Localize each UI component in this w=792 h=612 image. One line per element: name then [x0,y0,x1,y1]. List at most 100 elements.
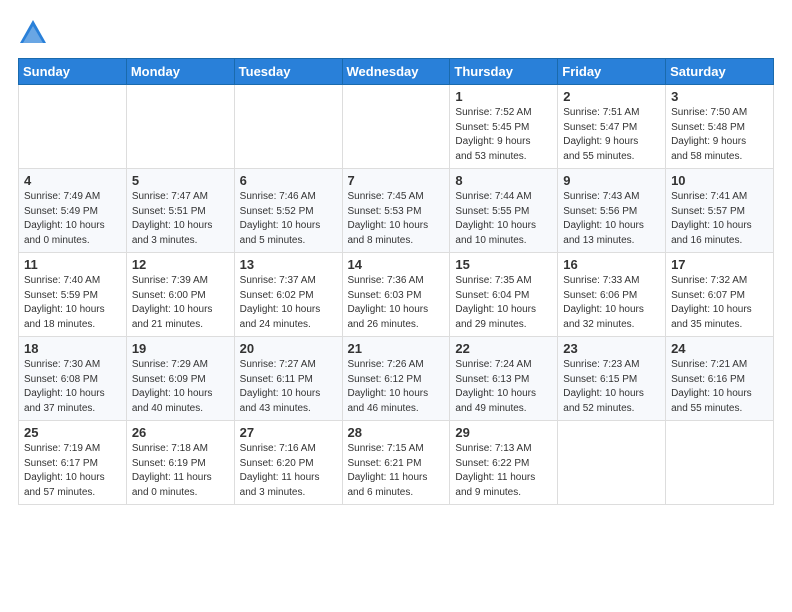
day-info: Sunrise: 7:40 AM Sunset: 5:59 PM Dayligh… [24,274,121,332]
day-number: 3 [671,89,768,104]
day-info: Sunrise: 7:41 AM Sunset: 5:57 PM Dayligh… [671,190,768,248]
calendar-cell: 21 Sunrise: 7:26 AM Sunset: 6:12 PM Dayli… [342,337,450,421]
day-number: 9 [563,173,660,188]
weekday-header: Wednesday [342,59,450,85]
calendar-cell: 24 Sunrise: 7:21 AM Sunset: 6:16 PM Dayli… [666,337,774,421]
calendar-week-row: 25 Sunrise: 7:19 AM Sunset: 6:17 PM Dayli… [19,421,774,505]
calendar-cell: 12 Sunrise: 7:39 AM Sunset: 6:00 PM Dayli… [126,253,234,337]
day-number: 25 [24,425,121,440]
calendar-cell: 23 Sunrise: 7:23 AM Sunset: 6:15 PM Dayli… [558,337,666,421]
day-info: Sunrise: 7:46 AM Sunset: 5:52 PM Dayligh… [240,190,337,248]
weekday-header: Friday [558,59,666,85]
day-number: 19 [132,341,229,356]
weekday-header: Sunday [19,59,127,85]
day-number: 1 [455,89,552,104]
weekday-header: Monday [126,59,234,85]
calendar-week-row: 1 Sunrise: 7:52 AM Sunset: 5:45 PM Daylig… [19,85,774,169]
calendar-cell: 20 Sunrise: 7:27 AM Sunset: 6:11 PM Dayli… [234,337,342,421]
day-number: 24 [671,341,768,356]
day-info: Sunrise: 7:50 AM Sunset: 5:48 PM Dayligh… [671,106,768,164]
day-info: Sunrise: 7:51 AM Sunset: 5:47 PM Dayligh… [563,106,660,164]
calendar-cell [666,421,774,505]
day-number: 5 [132,173,229,188]
weekday-header: Thursday [450,59,558,85]
calendar-cell: 28Sunrise: 7:15 AM Sunset: 6:21 PM Dayli… [342,421,450,505]
calendar-cell: 18 Sunrise: 7:30 AM Sunset: 6:08 PM Dayli… [19,337,127,421]
day-number: 27 [240,425,337,440]
day-info: Sunrise: 7:13 AM Sunset: 6:22 PM Dayligh… [455,442,552,500]
day-number: 21 [348,341,445,356]
day-info: Sunrise: 7:39 AM Sunset: 6:00 PM Dayligh… [132,274,229,332]
day-info: Sunrise: 7:43 AM Sunset: 5:56 PM Dayligh… [563,190,660,248]
calendar-cell: 16 Sunrise: 7:33 AM Sunset: 6:06 PM Dayli… [558,253,666,337]
calendar-cell: 7 Sunrise: 7:45 AM Sunset: 5:53 PM Daylig… [342,169,450,253]
calendar-cell: 27 Sunrise: 7:16 AM Sunset: 6:20 PM Dayli… [234,421,342,505]
logo-icon [18,18,48,48]
day-number: 16 [563,257,660,272]
day-info: Sunrise: 7:24 AM Sunset: 6:13 PM Dayligh… [455,358,552,416]
day-number: 6 [240,173,337,188]
day-number: 13 [240,257,337,272]
day-info: Sunrise: 7:16 AM Sunset: 6:20 PM Dayligh… [240,442,337,500]
day-info: Sunrise: 7:47 AM Sunset: 5:51 PM Dayligh… [132,190,229,248]
day-number: 17 [671,257,768,272]
day-number: 12 [132,257,229,272]
day-number: 18 [24,341,121,356]
day-info: Sunrise: 7:19 AM Sunset: 6:17 PM Dayligh… [24,442,121,500]
calendar-cell: 11 Sunrise: 7:40 AM Sunset: 5:59 PM Dayli… [19,253,127,337]
calendar: SundayMondayTuesdayWednesdayThursdayFrid… [18,58,774,505]
day-number: 7 [348,173,445,188]
day-number: 15 [455,257,552,272]
calendar-week-row: 4Sunrise: 7:49 AM Sunset: 5:49 PM Daylig… [19,169,774,253]
logo [18,18,52,48]
calendar-cell: 5 Sunrise: 7:47 AM Sunset: 5:51 PM Daylig… [126,169,234,253]
calendar-cell [558,421,666,505]
day-info: Sunrise: 7:37 AM Sunset: 6:02 PM Dayligh… [240,274,337,332]
calendar-cell: 15 Sunrise: 7:35 AM Sunset: 6:04 PM Dayli… [450,253,558,337]
calendar-cell: 8Sunrise: 7:44 AM Sunset: 5:55 PM Daylig… [450,169,558,253]
day-info: Sunrise: 7:27 AM Sunset: 6:11 PM Dayligh… [240,358,337,416]
day-info: Sunrise: 7:33 AM Sunset: 6:06 PM Dayligh… [563,274,660,332]
calendar-cell: 17 Sunrise: 7:32 AM Sunset: 6:07 PM Dayli… [666,253,774,337]
calendar-cell: 9 Sunrise: 7:43 AM Sunset: 5:56 PM Daylig… [558,169,666,253]
day-info: Sunrise: 7:26 AM Sunset: 6:12 PM Dayligh… [348,358,445,416]
day-info: Sunrise: 7:35 AM Sunset: 6:04 PM Dayligh… [455,274,552,332]
day-number: 29 [455,425,552,440]
calendar-cell: 29 Sunrise: 7:13 AM Sunset: 6:22 PM Dayli… [450,421,558,505]
day-info: Sunrise: 7:29 AM Sunset: 6:09 PM Dayligh… [132,358,229,416]
calendar-week-row: 11 Sunrise: 7:40 AM Sunset: 5:59 PM Dayli… [19,253,774,337]
calendar-cell [126,85,234,169]
calendar-cell [342,85,450,169]
calendar-cell: 10 Sunrise: 7:41 AM Sunset: 5:57 PM Dayli… [666,169,774,253]
day-number: 10 [671,173,768,188]
calendar-cell: 1 Sunrise: 7:52 AM Sunset: 5:45 PM Daylig… [450,85,558,169]
header [18,18,774,48]
calendar-cell [234,85,342,169]
calendar-week-row: 18 Sunrise: 7:30 AM Sunset: 6:08 PM Dayli… [19,337,774,421]
day-info: Sunrise: 7:36 AM Sunset: 6:03 PM Dayligh… [348,274,445,332]
calendar-cell: 6 Sunrise: 7:46 AM Sunset: 5:52 PM Daylig… [234,169,342,253]
day-number: 4 [24,173,121,188]
calendar-cell: 2 Sunrise: 7:51 AM Sunset: 5:47 PM Daylig… [558,85,666,169]
weekday-header-row: SundayMondayTuesdayWednesdayThursdayFrid… [19,59,774,85]
calendar-cell: 19 Sunrise: 7:29 AM Sunset: 6:09 PM Dayli… [126,337,234,421]
day-number: 26 [132,425,229,440]
day-number: 2 [563,89,660,104]
day-info: Sunrise: 7:45 AM Sunset: 5:53 PM Dayligh… [348,190,445,248]
weekday-header: Saturday [666,59,774,85]
day-info: Sunrise: 7:52 AM Sunset: 5:45 PM Dayligh… [455,106,552,164]
day-info: Sunrise: 7:44 AM Sunset: 5:55 PM Dayligh… [455,190,552,248]
day-info: Sunrise: 7:32 AM Sunset: 6:07 PM Dayligh… [671,274,768,332]
day-info: Sunrise: 7:21 AM Sunset: 6:16 PM Dayligh… [671,358,768,416]
day-info: Sunrise: 7:23 AM Sunset: 6:15 PM Dayligh… [563,358,660,416]
day-number: 20 [240,341,337,356]
calendar-cell: 26Sunrise: 7:18 AM Sunset: 6:19 PM Dayli… [126,421,234,505]
day-number: 11 [24,257,121,272]
calendar-cell: 22Sunrise: 7:24 AM Sunset: 6:13 PM Dayli… [450,337,558,421]
page: SundayMondayTuesdayWednesdayThursdayFrid… [0,0,792,515]
calendar-cell: 25 Sunrise: 7:19 AM Sunset: 6:17 PM Dayli… [19,421,127,505]
day-info: Sunrise: 7:15 AM Sunset: 6:21 PM Dayligh… [348,442,445,500]
day-info: Sunrise: 7:30 AM Sunset: 6:08 PM Dayligh… [24,358,121,416]
day-number: 23 [563,341,660,356]
weekday-header: Tuesday [234,59,342,85]
